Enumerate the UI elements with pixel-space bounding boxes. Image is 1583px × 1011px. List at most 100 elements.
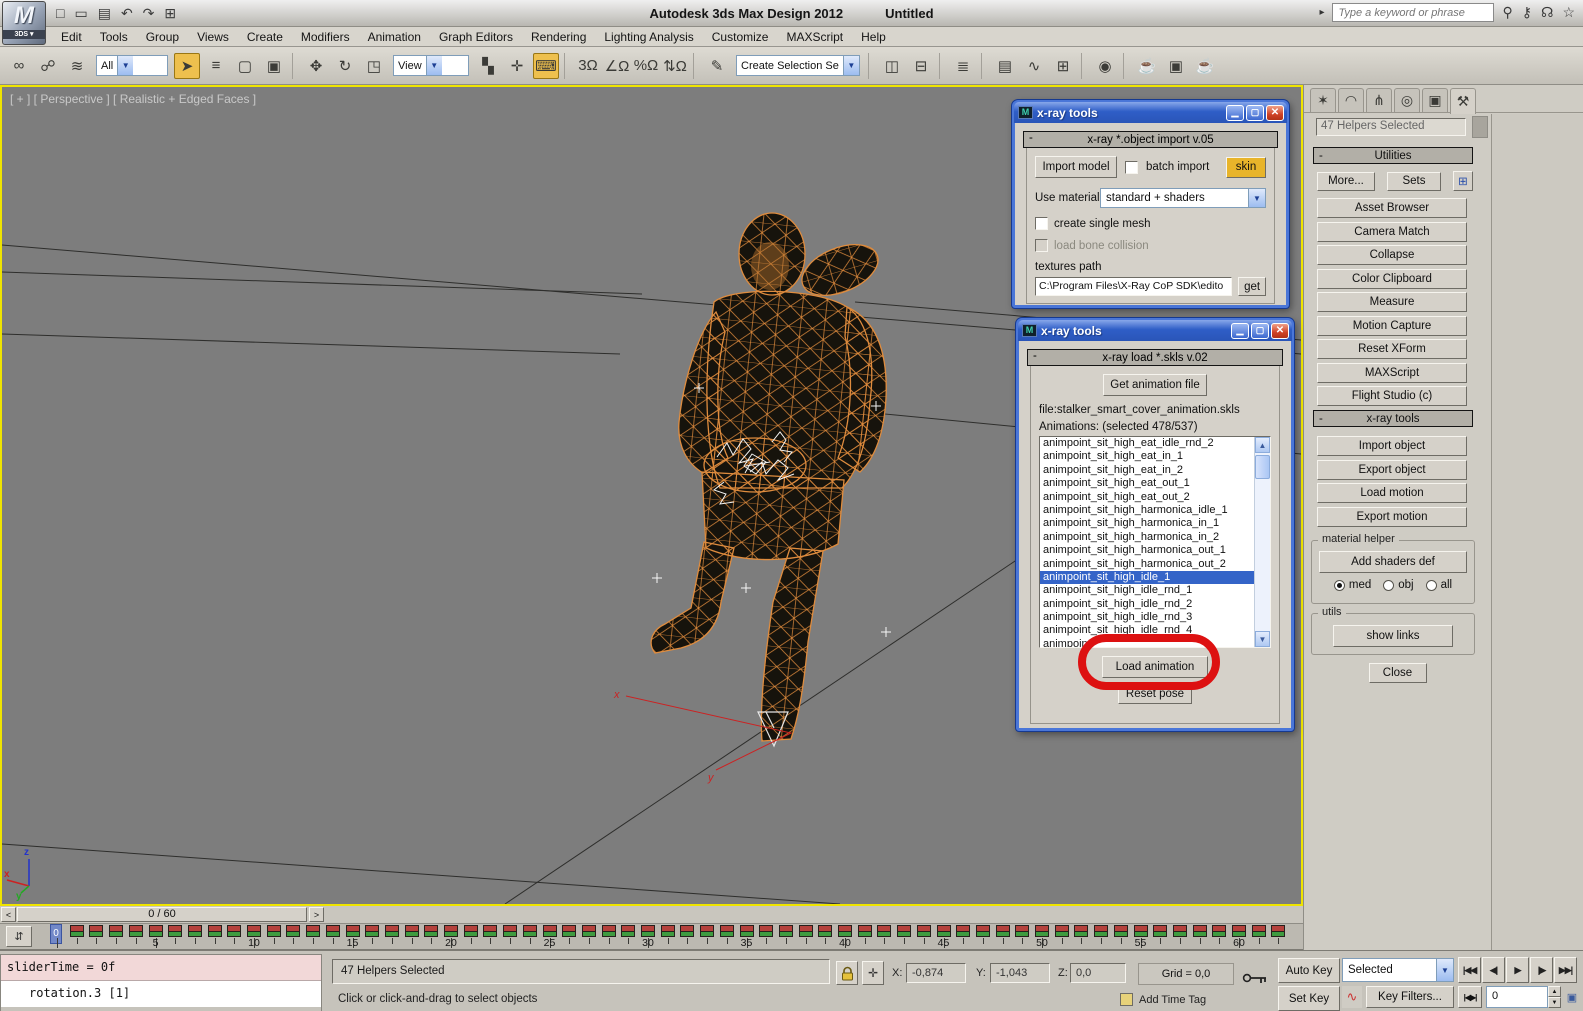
track-key[interactable] xyxy=(818,925,832,937)
mirror-icon[interactable]: ◫ xyxy=(879,53,905,79)
track-key[interactable] xyxy=(680,925,694,937)
select-and-scale-icon[interactable]: ◳ xyxy=(361,53,387,79)
menu-customize[interactable]: Customize xyxy=(703,28,778,46)
track-bar[interactable]: ⇵ 0 51015202530354045505560 xyxy=(0,924,1303,950)
anim-list-item[interactable]: animpoint_sit_high_eat_out_2 xyxy=(1040,491,1254,504)
named-selection-dropdown[interactable]: Create Selection Se▼ xyxy=(736,55,860,76)
track-key[interactable] xyxy=(720,925,734,937)
minimize-button[interactable]: ▁ xyxy=(1226,105,1244,121)
material-editor-icon[interactable]: ◉ xyxy=(1092,53,1118,79)
anim-list-item[interactable]: animpoint_sit_high_idle_rnd_4 xyxy=(1040,624,1254,637)
maximize-button[interactable]: ▢ xyxy=(1251,323,1269,339)
frame-spinner[interactable]: ▲ ▼ xyxy=(1548,986,1561,1008)
measure-button[interactable]: Measure xyxy=(1317,292,1467,312)
key-filter-curve-icon[interactable]: ∿ xyxy=(1342,986,1362,1008)
menu-views[interactable]: Views xyxy=(188,28,238,46)
collapse-icon[interactable]: - xyxy=(1029,132,1033,144)
previous-frame-arrow[interactable]: < xyxy=(1,907,16,922)
selection-lock-icon[interactable] xyxy=(836,961,858,985)
track-key[interactable] xyxy=(976,925,990,937)
track-key[interactable] xyxy=(464,925,478,937)
curve-editor-icon[interactable]: ∿ xyxy=(1021,53,1047,79)
track-key[interactable] xyxy=(1015,925,1029,937)
menu-graph-editors[interactable]: Graph Editors xyxy=(430,28,522,46)
selection-filter-dropdown[interactable]: All▼ xyxy=(96,55,168,76)
track-key[interactable] xyxy=(385,925,399,937)
track-key[interactable] xyxy=(937,925,951,937)
listener-pink-line[interactable]: sliderTime = 0f xyxy=(1,955,321,981)
x-coord-field[interactable]: -0,874 xyxy=(906,963,966,983)
unlink-selection-icon[interactable]: ☍ xyxy=(35,53,61,79)
select-and-rotate-icon[interactable]: ↻ xyxy=(332,53,358,79)
favorites-icon[interactable]: ☆ xyxy=(1562,4,1575,21)
track-key[interactable] xyxy=(89,925,103,937)
select-object-button[interactable]: ➤ xyxy=(174,53,200,79)
get-button[interactable]: get xyxy=(1238,277,1266,296)
communication-center-icon[interactable]: ☊ xyxy=(1541,4,1553,21)
track-key[interactable] xyxy=(1153,925,1167,937)
track-key[interactable] xyxy=(1193,925,1207,937)
show-links-button[interactable]: show links xyxy=(1333,625,1453,647)
current-frame-field[interactable]: 0 xyxy=(1486,986,1548,1008)
minimize-button[interactable]: ▁ xyxy=(1231,323,1249,339)
track-key[interactable] xyxy=(306,925,320,937)
z-coord-field[interactable]: 0,0 xyxy=(1070,963,1126,983)
asset-browser-button[interactable]: Asset Browser xyxy=(1317,198,1467,218)
anim-list-item[interactable]: animpoint_sit_high_harmonica_in_1 xyxy=(1040,517,1254,530)
track-key[interactable] xyxy=(326,925,340,937)
maximize-button[interactable]: ▢ xyxy=(1246,105,1264,121)
snaps-toggle-icon[interactable]: 3Ω xyxy=(575,53,601,79)
utilities-rollout-header[interactable]: - Utilities xyxy=(1313,147,1473,164)
search-input[interactable] xyxy=(1332,3,1494,22)
menu-edit[interactable]: Edit xyxy=(52,28,91,46)
menu-modifiers[interactable]: Modifiers xyxy=(292,28,359,46)
rectangular-selection-region-icon[interactable]: ▢ xyxy=(232,53,258,79)
anim-list-item[interactable]: animpoint_sit_high_idle_rnd_3 xyxy=(1040,611,1254,624)
textures-path-field[interactable]: C:\Program Files\X-Ray CoP SDK\edito xyxy=(1035,277,1232,296)
rollout-header-object-import[interactable]: - x-ray *.object import v.05 xyxy=(1023,131,1278,148)
project-folder-icon[interactable]: ⊞ xyxy=(164,5,176,22)
anim-list-item[interactable]: animpoint_sit_high_harmonica_out_2 xyxy=(1040,558,1254,571)
percent-snap-icon[interactable]: %Ω xyxy=(633,53,659,79)
track-key[interactable] xyxy=(759,925,773,937)
more-button[interactable]: More... xyxy=(1317,172,1375,191)
load-animation-button[interactable]: Load animation xyxy=(1102,656,1208,678)
bind-to-space-warp-icon[interactable]: ≋ xyxy=(64,53,90,79)
batch-import-checkbox[interactable] xyxy=(1125,161,1138,174)
track-key[interactable] xyxy=(1134,925,1148,937)
collapse-button[interactable]: Collapse xyxy=(1317,245,1467,265)
tab-motion[interactable]: ◎ xyxy=(1394,88,1420,112)
track-key[interactable] xyxy=(70,925,84,937)
track-key[interactable] xyxy=(503,925,517,937)
track-key[interactable] xyxy=(109,925,123,937)
angle-snap-icon[interactable]: ∠Ω xyxy=(604,53,630,79)
selection-set-dropdown[interactable]: Selected ▼ xyxy=(1342,958,1454,982)
import-model-button[interactable]: Import model xyxy=(1035,156,1117,178)
track-key[interactable] xyxy=(877,925,891,937)
app-logo[interactable]: M 3DS ▾ xyxy=(2,1,46,45)
track-key[interactable] xyxy=(188,925,202,937)
close-icon[interactable]: ✕ xyxy=(1271,323,1289,339)
xray-tools-rollout-header[interactable]: - x-ray tools xyxy=(1313,410,1473,427)
track-key[interactable] xyxy=(799,925,813,937)
render-setup-icon[interactable]: ☕ xyxy=(1134,53,1160,79)
track-key[interactable] xyxy=(208,925,222,937)
save-file-icon[interactable]: ▤ xyxy=(98,5,111,22)
menu-animation[interactable]: Animation xyxy=(359,28,430,46)
infocenter-collapse-icon[interactable]: ▸ xyxy=(1319,7,1324,18)
use-material-dropdown[interactable]: standard + shaders ▼ xyxy=(1100,188,1266,208)
schematic-view-icon[interactable]: ⊞ xyxy=(1050,53,1076,79)
track-key[interactable] xyxy=(365,925,379,937)
isolate-toggle-icon[interactable]: ▣ xyxy=(1564,986,1580,1008)
track-key[interactable] xyxy=(661,925,675,937)
viewport-label[interactable]: [ + ] [ Perspective ] [ Realistic + Edge… xyxy=(10,92,256,106)
maxscript-button[interactable]: MAXScript xyxy=(1317,363,1467,383)
use-pivot-point-icon[interactable]: ▚ xyxy=(475,53,501,79)
radio-med[interactable]: med xyxy=(1334,579,1371,591)
track-key[interactable] xyxy=(1035,925,1049,937)
reset-pose-button[interactable]: Reset pose xyxy=(1118,684,1192,704)
rollout-header-load-skls[interactable]: - x-ray load *.skls v.02 xyxy=(1027,349,1283,366)
track-key[interactable] xyxy=(1055,925,1069,937)
next-frame-arrow[interactable]: > xyxy=(309,907,324,922)
key-mode-toggle-button[interactable]: |◀▶| xyxy=(1458,986,1482,1008)
